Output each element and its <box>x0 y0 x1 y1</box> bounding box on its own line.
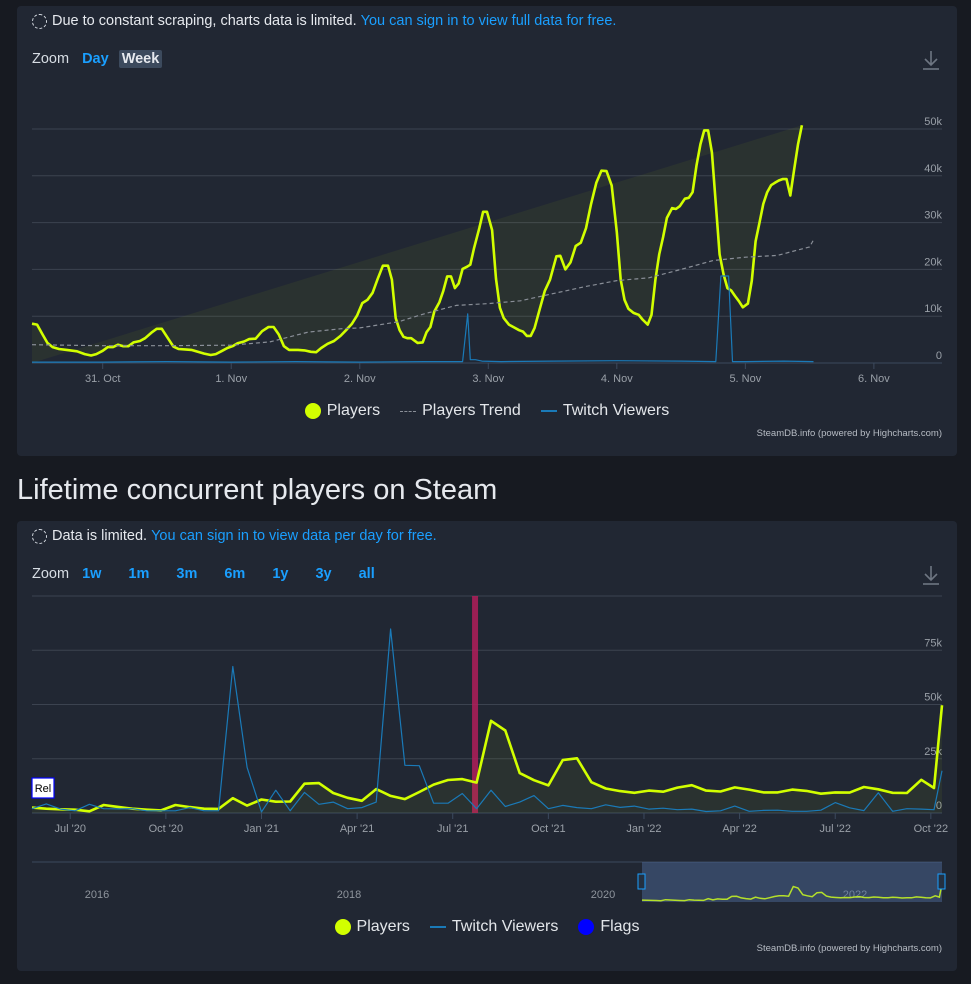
x-tick-label: Jan '22 <box>626 823 661 835</box>
x-tick-label: Oct '21 <box>531 823 566 835</box>
y-tick-label: 30k <box>924 210 942 222</box>
legend-twitch-viewers-2[interactable]: Twitch Viewers <box>429 918 559 936</box>
navigator-left-handle[interactable] <box>637 873 646 890</box>
x-tick-label: Jul '22 <box>819 823 850 835</box>
players-dot-icon <box>334 919 351 935</box>
legend-twitch-label-2: Twitch Viewers <box>451 918 559 935</box>
navigator-year-label: 2016 <box>85 889 109 901</box>
section-title: Lifetime concurrent players on Steam <box>17 474 498 506</box>
y-tick-label: 40k <box>924 163 942 175</box>
y-tick-label: 10k <box>924 303 942 315</box>
legend-players-label-2: Players <box>356 918 410 935</box>
lifetime-players-panel: Data is limited. You can sign in to view… <box>17 521 957 971</box>
x-tick-label: 2. Nov <box>344 373 376 385</box>
navigator: 2016201820202022 <box>32 861 946 902</box>
x-tick-label: Oct '22 <box>914 823 949 835</box>
x-tick-label: Apr '21 <box>340 823 375 835</box>
flag-label: Rel <box>35 783 52 795</box>
y-tick-label: 75k <box>924 637 942 649</box>
twitch-line-icon <box>540 410 557 412</box>
x-tick-label: Jul '21 <box>437 823 468 835</box>
y-tick-label: 0 <box>936 350 942 362</box>
legend-flags[interactable]: Flags <box>578 918 639 936</box>
x-tick-label: Jan '21 <box>244 823 279 835</box>
x-tick-label: Oct '20 <box>149 823 184 835</box>
legend-twitch-viewers[interactable]: Twitch Viewers <box>540 402 670 420</box>
legend-players[interactable]: Players <box>304 402 381 420</box>
x-tick-label: Jul '20 <box>55 823 86 835</box>
legend-flags-label: Flags <box>600 918 640 935</box>
twitch-line-icon <box>429 926 446 928</box>
y-tick-label: 50k <box>924 116 942 128</box>
navigator-year-label: 2020 <box>591 889 615 901</box>
x-tick-label: 6. Nov <box>858 373 890 385</box>
flag-marker: Rel <box>31 777 55 799</box>
chart-credits[interactable]: SteamDB.info (powered by Highcharts.com) <box>757 428 942 439</box>
legend-players-trend[interactable]: Players Trend <box>400 402 521 420</box>
navigator-selected-range <box>642 862 942 902</box>
navigator-right-handle[interactable] <box>937 873 946 890</box>
chart1-legend: Players Players Trend Twitch Viewers <box>17 402 957 420</box>
x-tick-label: 1. Nov <box>215 373 247 385</box>
flags-dot-icon <box>578 919 595 935</box>
legend-players-2[interactable]: Players <box>334 918 410 936</box>
x-tick-label: 4. Nov <box>601 373 633 385</box>
chart2-legend: Players Twitch Viewers Flags <box>17 918 957 936</box>
trend-dash-icon <box>400 410 417 412</box>
legend-twitch-label: Twitch Viewers <box>562 402 670 419</box>
players-dot-icon <box>304 403 321 419</box>
x-tick-label: Apr '22 <box>722 823 757 835</box>
navigator-year-label: 2018 <box>337 889 361 901</box>
y-tick-label: 50k <box>924 692 942 704</box>
x-tick-label: 3. Nov <box>472 373 504 385</box>
daily-players-panel: Due to constant scraping, charts data is… <box>17 6 957 456</box>
legend-players-label: Players <box>326 402 381 419</box>
chart-credits-2[interactable]: SteamDB.info (powered by Highcharts.com) <box>757 943 942 954</box>
chart-players-lifetime: 025k50k75kJul '20Oct '20Jan '21Apr '21Ju… <box>31 595 949 902</box>
legend-trend-label: Players Trend <box>422 402 521 419</box>
x-tick-label: 31. Oct <box>85 373 120 385</box>
players-area <box>32 125 802 363</box>
y-tick-label: 20k <box>924 256 942 268</box>
x-tick-label: 5. Nov <box>729 373 761 385</box>
chart-players-week: 0 10k 20k 30k 40k 50k 31. Oct 1. Nov 2. Nov 3. No… <box>31 116 942 385</box>
